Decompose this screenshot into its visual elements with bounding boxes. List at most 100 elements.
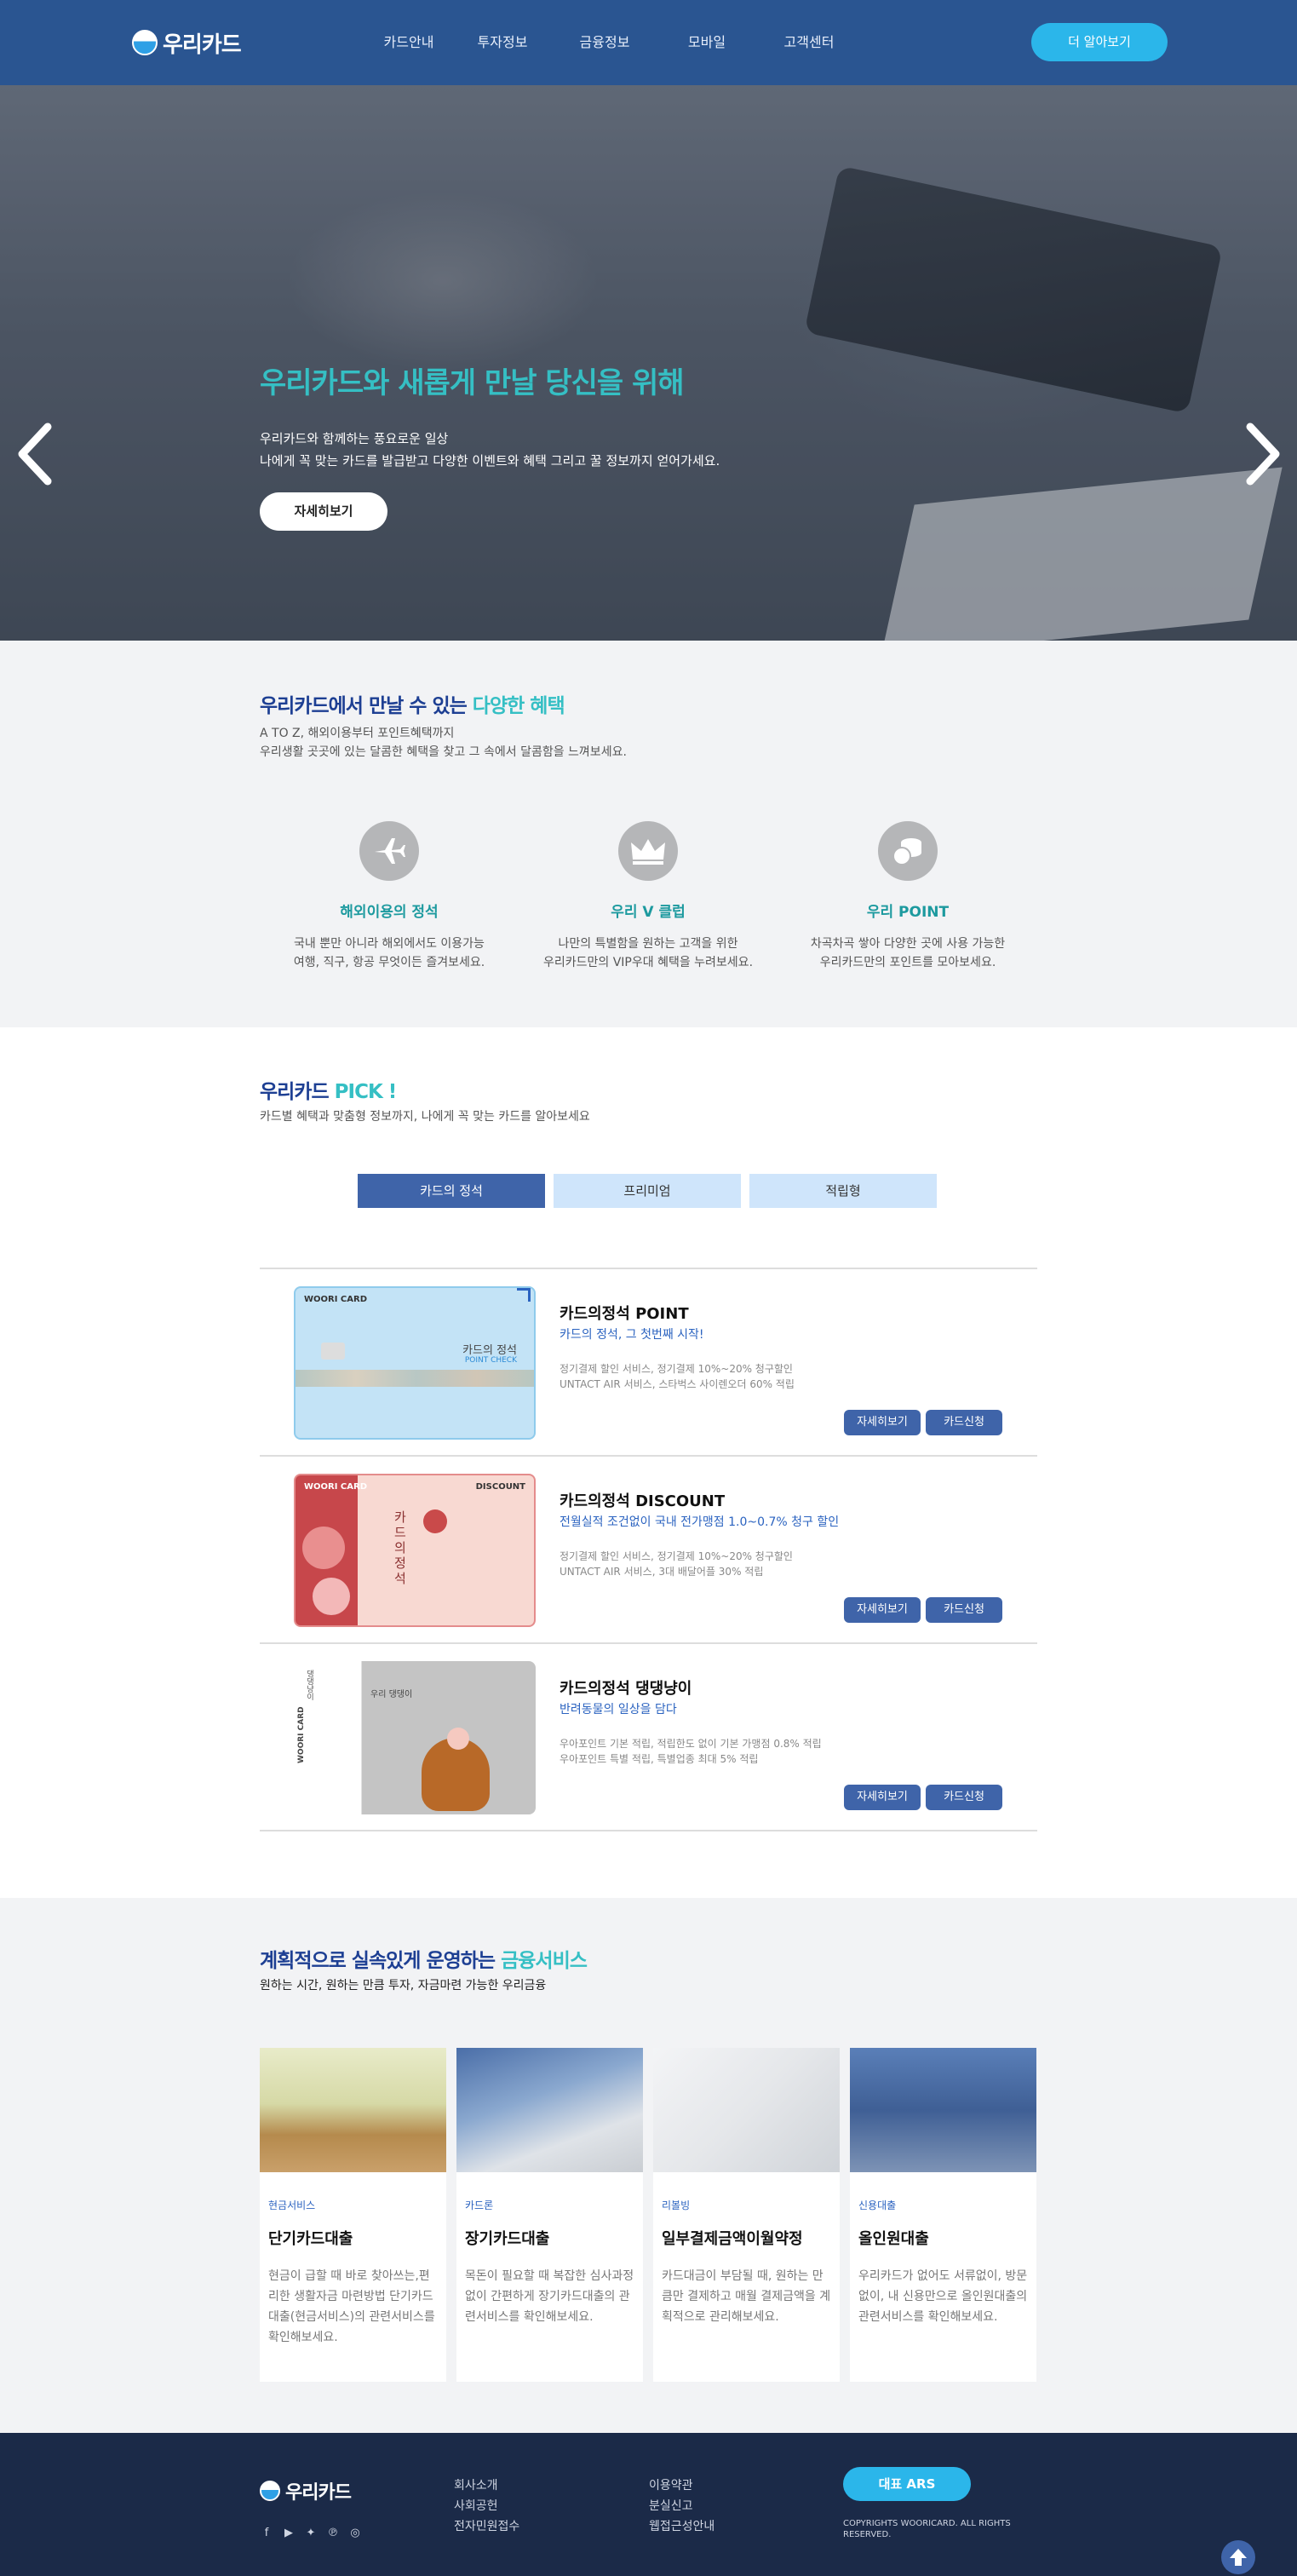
card-item: WOORI CARD 댕댕냥이 우리 댕댕이 카드의정석 댕댕냥이 반려동물의 … [260, 1642, 1037, 1831]
copyright-text: COPYRIGHTS WOORICARD. ALL RIGHTS RESERVE… [843, 2519, 1011, 2539]
twitter-icon[interactable]: ✦ [304, 2527, 318, 2540]
nav-item-investment[interactable]: 투자정보 [451, 31, 554, 51]
benefit-desc: 국내 뿐만 아니라 해외에서도 이용가능 여행, 직구, 항공 무엇이든 즐겨보… [253, 934, 525, 972]
card-tagline: 반려동물의 일상을 담다 [560, 1703, 677, 1716]
logo-icon [132, 30, 158, 55]
footer-link-social[interactable]: 사회공헌 [454, 2496, 519, 2516]
card-illustration-strip [296, 1370, 534, 1387]
card-corner-mark [517, 1288, 531, 1302]
tab-premium[interactable]: 프리미엄 [554, 1174, 741, 1208]
finance-desc: 현금이 급할 때 바로 찾아쓰는,편리한 생활자금 마련방법 단기카드대출(현금… [268, 2269, 435, 2344]
footer-link-about[interactable]: 회사소개 [454, 2475, 519, 2496]
nav-item-customer-center[interactable]: 고객센터 [758, 31, 860, 51]
ars-button[interactable]: 대표 ARS [843, 2467, 971, 2501]
card-label: POINT CHECK [464, 1356, 517, 1365]
card-label: 우리 댕댕이 [370, 1690, 413, 1699]
title-main: 계획적으로 실속있게 운영하는 [260, 1950, 502, 1972]
benefit-title: 우리 V 클럽 [611, 904, 686, 921]
card-tagline: 카드의 정석, 그 첫번째 시작! [560, 1328, 704, 1342]
hero-desc-line: 우리카드와 함께하는 풍요로운 일상 [260, 431, 449, 446]
youtube-icon[interactable]: ▶ [282, 2527, 296, 2540]
finance-category: 현금서비스 [268, 2199, 316, 2211]
next-slide-arrow-icon[interactable] [1242, 420, 1284, 488]
benefit-item-vclub[interactable]: 우리 V 클럽 나만의 특별함을 원하는 고객을 위한 우리카드만의 VIP우대… [512, 821, 784, 972]
card-apply-button[interactable]: 카드신청 [926, 1597, 1002, 1623]
card-apply-button[interactable]: 카드신청 [926, 1410, 1002, 1435]
footer-link-terms[interactable]: 이용약관 [649, 2475, 714, 2496]
site-header: 우리카드 카드안내 투자정보 금융정보 모바일 고객센터 더 알아보기 [0, 0, 1297, 85]
prev-slide-arrow-icon[interactable] [14, 420, 56, 488]
card-feature: 우아포인트 기본 적립, 적립한도 없이 기본 가맹점 0.8% 적립 [560, 1738, 822, 1750]
coins-icon [878, 821, 938, 881]
card-detail-button[interactable]: 자세히보기 [844, 1785, 921, 1810]
airplane-icon [359, 821, 419, 881]
card-detail-button[interactable]: 자세히보기 [844, 1597, 921, 1623]
pen-calendar-image [653, 2048, 840, 2172]
card-feature: UNTACT AIR 서비스, 3대 배달어플 30% 적립 [560, 1566, 764, 1578]
card-name: 카드의정석 댕댕냥이 [560, 1680, 692, 1698]
finance-category: 리볼빙 [662, 2199, 691, 2211]
house-keys-image [456, 2048, 643, 2172]
nav-item-mobile[interactable]: 모바일 [656, 31, 758, 51]
benefits-title: 우리카드에서 만날 수 있는 다양한 혜택 [260, 689, 565, 718]
nav-item-card-guide[interactable]: 카드안내 [366, 31, 451, 51]
card-item: WOORI CARD DISCOUNT 카드의 정석 카드의정석 DISCOUN… [260, 1455, 1037, 1642]
card-feature: 정기결제 할인 서비스, 정기결제 10%~20% 청구할인 [560, 1363, 793, 1375]
card-features: 우아포인트 기본 적립, 적립한도 없이 기본 가맹점 0.8% 적립 우아포인… [560, 1736, 822, 1767]
footer-link-lost[interactable]: 분실신고 [649, 2496, 714, 2516]
finance-desc: 카드대금이 부담될 때, 원하는 만큼만 결제하고 매월 결제금액을 계획적으로… [662, 2269, 831, 2324]
social-links: f ▶ ✦ ℗ ◎ [260, 2527, 362, 2540]
finance-card-short-loan[interactable]: 현금서비스 단기카드대출 현금이 급할 때 바로 찾아쓰는,편리한 생활자금 마… [260, 2048, 446, 2382]
site-logo[interactable]: 우리카드 [132, 26, 242, 60]
finance-subtitle: 원하는 시간, 원하는 만큼 투자, 자금마련 가능한 우리금융 [260, 1979, 547, 1992]
learn-more-button[interactable]: 더 알아보기 [1031, 23, 1168, 61]
crown-icon [618, 821, 678, 881]
finance-card-long-loan[interactable]: 카드론 장기카드대출 목돈이 필요할 때 복잡한 심사과정 없이 간편하게 장기… [456, 2048, 643, 2382]
card-pet-paw [447, 1728, 469, 1750]
pick-subtitle: 카드별 혜택과 맞춤형 정보까지, 나에게 꼭 맞는 카드를 알아보세요 [260, 1110, 590, 1124]
instagram-icon[interactable]: ◎ [348, 2527, 362, 2540]
finance-card-allinone[interactable]: 신용대출 올인원대출 우리카드가 없어도 서류없이, 방문없이, 내 신용만으로… [850, 2048, 1036, 2382]
card-apply-button[interactable]: 카드신청 [926, 1785, 1002, 1810]
subtitle-line: 우리생활 곳곳에 있는 달콤한 혜택을 찾고 그 속에서 달콤함을 느껴보세요. [260, 745, 627, 759]
card-label: 카드의 정석 [394, 1509, 406, 1586]
benefit-item-point[interactable]: 우리 POINT 차곡차곡 쌓아 다양한 곳에 사용 가능한 우리카드만의 포인… [772, 821, 1044, 972]
card-brand: WOORI CARD [304, 1295, 368, 1304]
hero-detail-button[interactable]: 자세히보기 [260, 492, 387, 531]
nav-item-finance[interactable]: 금융정보 [554, 31, 656, 51]
tab-rewards[interactable]: 적립형 [749, 1174, 937, 1208]
card-actions: 자세히보기 카드신청 [844, 1410, 1002, 1435]
card-detail-button[interactable]: 자세히보기 [844, 1410, 921, 1435]
card-feature: 우아포인트 특별 적립, 특별업종 최대 5% 적립 [560, 1753, 759, 1765]
card-tagline: 전월실적 조건없이 국내 전가맹점 1.0~0.7% 청구 할인 [560, 1515, 840, 1529]
finance-section: 계획적으로 실속있게 운영하는 금융서비스 원하는 시간, 원하는 만큼 투자,… [0, 1898, 1297, 2433]
coins-plant-image [260, 2048, 446, 2172]
title-main: 우리카드 [260, 1081, 335, 1103]
card-name: 카드의정석 POINT [560, 1305, 689, 1323]
benefit-item-overseas[interactable]: 해외이용의 정석 국내 뿐만 아니라 해외에서도 이용가능 여행, 직구, 항공… [253, 821, 525, 972]
card-image-pet[interactable]: WOORI CARD 댕댕냥이 우리 댕댕이 [294, 1661, 536, 1814]
finance-category: 신용대출 [858, 2199, 897, 2211]
card-image-discount[interactable]: WOORI CARD DISCOUNT 카드의 정석 [294, 1474, 536, 1627]
main-nav: 카드안내 투자정보 금융정보 모바일 고객센터 [366, 31, 860, 51]
card-tabs: 카드의 정석 프리미엄 적립형 [358, 1174, 937, 1208]
card-flower [423, 1509, 447, 1533]
pinterest-icon[interactable]: ℗ [326, 2527, 340, 2540]
facebook-icon[interactable]: f [260, 2527, 273, 2540]
card-flower [302, 1527, 345, 1569]
finance-card-revolving[interactable]: 리볼빙 일부결제금액이월약정 카드대금이 부담될 때, 원하는 만큼만 결제하고… [653, 2048, 840, 2382]
card-image-point[interactable]: WOORI CARD 카드의 정석 POINT CHECK [294, 1286, 536, 1440]
footer-link-accessibility[interactable]: 웹접근성안내 [649, 2516, 714, 2537]
tab-card-standard[interactable]: 카드의 정석 [358, 1174, 545, 1208]
footer-link-complaint[interactable]: 전자민원접수 [454, 2516, 519, 2537]
card-brand: WOORI CARD [297, 1706, 306, 1763]
scroll-top-button[interactable] [1221, 2540, 1255, 2574]
card-brand: WOORI CARD [304, 1482, 368, 1492]
benefits-section: 우리카드에서 만날 수 있는 다양한 혜택 A TO Z, 해외이용부터 포인트… [0, 641, 1297, 1027]
footer-links-col1: 회사소개 사회공헌 전자민원접수 [454, 2475, 519, 2537]
title-accent: 금융서비스 [501, 1950, 588, 1972]
card-feature: UNTACT AIR 서비스, 스타벅스 사이렌오더 60% 적립 [560, 1378, 795, 1390]
finance-desc: 목돈이 필요할 때 복잡한 심사과정 없이 간편하게 장기카드대출의 관련서비스… [465, 2269, 634, 2324]
benefit-desc: 차곡차곡 쌓아 다양한 곳에 사용 가능한 우리카드만의 포인트를 모아보세요. [772, 934, 1044, 972]
footer-logo[interactable]: 우리카드 [260, 2477, 352, 2504]
